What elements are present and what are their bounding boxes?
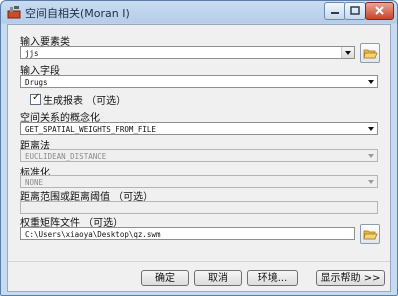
distance-method-dropdown[interactable]: EUCLIDEAN_DISTANCE bbox=[20, 149, 378, 162]
input-field-dropdown[interactable]: Drugs bbox=[20, 75, 378, 88]
distance-threshold-input[interactable] bbox=[20, 201, 378, 214]
open-folder-icon bbox=[363, 230, 378, 240]
generate-report-label: 生成报表 （可选） bbox=[43, 96, 127, 107]
conceptualization-value: GET_SPATIAL_WEIGHTS_FROM_FILE bbox=[25, 125, 156, 134]
distance-method-value: EUCLIDEAN_DISTANCE bbox=[25, 152, 107, 161]
input-field-value: Drugs bbox=[25, 78, 48, 87]
generate-report-checkbox[interactable]: ✓ bbox=[30, 92, 41, 105]
close-icon bbox=[375, 6, 384, 15]
conceptualization-dropdown[interactable]: GET_SPATIAL_WEIGHTS_FROM_FILE bbox=[20, 122, 378, 135]
hammer-toolbox-icon bbox=[7, 6, 21, 19]
checkmark-icon: ✓ bbox=[32, 92, 41, 103]
dialog-window: 空间自相关(Moran I) 输入要素类 jjs 输入字段 Drugs ✓ 生成… bbox=[0, 0, 398, 296]
window-title: 空间自相关(Moran I) bbox=[25, 7, 130, 20]
chevron-down-icon bbox=[345, 51, 351, 55]
chevron-down-icon bbox=[368, 154, 374, 158]
title-bar[interactable]: 空间自相关(Moran I) bbox=[1, 1, 397, 24]
browse-feature-class-button[interactable] bbox=[360, 43, 380, 63]
chevron-down-icon bbox=[368, 180, 374, 184]
dialog-body: 输入要素类 jjs 输入字段 Drugs ✓ 生成报表 （可选） 空间关系的概念… bbox=[7, 24, 391, 292]
browse-weights-file-button[interactable] bbox=[360, 224, 380, 244]
standardization-value: NONE bbox=[25, 178, 44, 187]
maximize-icon bbox=[350, 6, 360, 15]
parameter-scroll-area[interactable] bbox=[380, 25, 390, 261]
chevron-down-icon bbox=[368, 80, 374, 84]
ok-button[interactable]: 确定 bbox=[141, 270, 189, 286]
chevron-down-icon bbox=[368, 127, 374, 131]
standardization-dropdown[interactable]: NONE bbox=[20, 175, 378, 188]
minimize-button[interactable] bbox=[324, 2, 346, 20]
weights-matrix-file-input[interactable]: C:\Users\xiaoya\Desktop\qz.swm bbox=[20, 227, 355, 240]
cancel-button[interactable]: 取消 bbox=[194, 270, 242, 286]
input-feature-class-value: jjs bbox=[25, 49, 39, 58]
button-separator bbox=[8, 261, 390, 262]
open-folder-icon bbox=[363, 49, 378, 59]
maximize-button[interactable] bbox=[344, 2, 366, 20]
input-feature-class-combo[interactable]: jjs bbox=[20, 46, 355, 59]
close-button[interactable] bbox=[365, 2, 394, 20]
input-feature-class-dropdown-button[interactable] bbox=[341, 47, 354, 58]
weights-matrix-file-value: C:\Users\xiaoya\Desktop\qz.swm bbox=[25, 230, 161, 239]
minimize-icon bbox=[331, 12, 339, 14]
show-help-button[interactable]: 显示帮助 >> bbox=[316, 270, 385, 286]
environments-button[interactable]: 环境... bbox=[247, 270, 298, 286]
